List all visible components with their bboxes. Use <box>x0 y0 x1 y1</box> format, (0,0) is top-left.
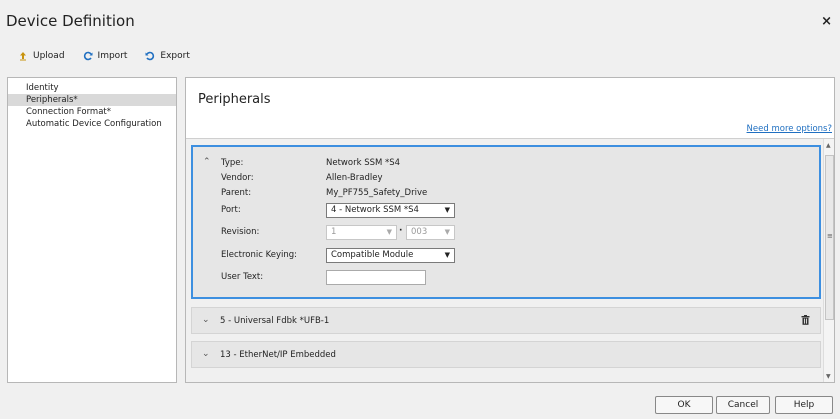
title-bar: Device Definition × <box>0 0 840 40</box>
nav-item-peripherals[interactable]: Peripherals* <box>8 94 176 106</box>
expand-icon[interactable]: ⌄ <box>202 349 210 359</box>
export-icon <box>145 51 155 61</box>
peripheral-card[interactable]: ⌄ 13 - EtherNet/IP Embedded <box>191 341 821 368</box>
nav-item-connection-format[interactable]: Connection Format* <box>8 106 176 118</box>
close-icon[interactable]: × <box>821 14 832 29</box>
upload-button[interactable]: Upload <box>18 51 65 61</box>
collapse-icon[interactable]: ⌃ <box>203 157 211 167</box>
revision-label: Revision: <box>221 227 260 237</box>
chevron-down-icon: ▼ <box>444 251 450 259</box>
chevron-down-icon: ▼ <box>444 228 450 236</box>
export-label: Export <box>160 51 190 61</box>
port-select-value: 4 - Network SSM *S4 <box>331 205 419 215</box>
upload-icon <box>20 52 26 61</box>
peripherals-list: ⌃ Type: Network SSM *S4 Vendor: Allen-Br… <box>186 139 834 382</box>
parent-value: My_PF755_Safety_Drive <box>326 188 428 198</box>
scroll-down-icon[interactable]: ▼ <box>826 373 831 380</box>
toolbar: Upload Import Export <box>18 48 190 64</box>
peripherals-panel: Peripherals Need more options? ⌃ Type: N… <box>185 77 835 383</box>
import-icon <box>83 51 93 61</box>
port-label: Port: <box>221 205 241 215</box>
type-label: Type: <box>221 158 244 168</box>
help-button[interactable]: Help <box>775 396 833 414</box>
need-more-options-link[interactable]: Need more options? <box>747 124 832 134</box>
revision-separator: · <box>399 226 403 236</box>
electronic-keying-select[interactable]: Compatible Module ▼ <box>326 248 455 263</box>
dialog-title: Device Definition <box>6 12 135 30</box>
nav-item-automatic-device-configuration[interactable]: Automatic Device Configuration <box>8 118 176 130</box>
ok-button[interactable]: OK <box>655 396 713 414</box>
vendor-label: Vendor: <box>221 173 254 183</box>
user-text-label: User Text: <box>221 272 264 282</box>
peripheral-card-title: 5 - Universal Fdbk *UFB-1 <box>220 316 330 326</box>
vendor-value: Allen-Bradley <box>326 173 383 183</box>
keying-select-value: Compatible Module <box>331 250 414 260</box>
parent-label: Parent: <box>221 188 252 198</box>
export-button[interactable]: Export <box>145 51 190 61</box>
expand-icon[interactable]: ⌄ <box>202 315 210 325</box>
cancel-button[interactable]: Cancel <box>716 396 770 414</box>
port-select[interactable]: 4 - Network SSM *S4 ▼ <box>326 203 455 218</box>
type-value: Network SSM *S4 <box>326 158 401 168</box>
peripheral-card[interactable]: ⌄ 5 - Universal Fdbk *UFB-1 <box>191 307 821 334</box>
chevron-down-icon: ▼ <box>386 228 392 236</box>
chevron-down-icon: ▼ <box>444 206 450 214</box>
user-text-input[interactable] <box>326 270 426 285</box>
import-label: Import <box>97 51 128 61</box>
peripheral-card-expanded: ⌃ Type: Network SSM *S4 Vendor: Allen-Br… <box>191 145 821 299</box>
scrollbar-thumb[interactable]: ≡ <box>825 155 834 320</box>
revision-major-select[interactable]: 1 ▼ <box>326 225 397 240</box>
grip-icon: ≡ <box>827 232 833 240</box>
page-title: Peripherals <box>198 92 271 107</box>
scroll-up-icon[interactable]: ▲ <box>826 142 831 149</box>
import-button[interactable]: Import <box>83 51 128 61</box>
revision-minor-select[interactable]: 003 ▼ <box>406 225 455 240</box>
keying-label: Electronic Keying: <box>221 250 298 260</box>
vertical-scrollbar[interactable]: ▲ ≡ ▼ <box>823 139 834 382</box>
peripheral-card-title: 13 - EtherNet/IP Embedded <box>220 350 336 360</box>
trash-icon[interactable] <box>801 315 810 325</box>
upload-label: Upload <box>33 51 65 61</box>
nav-item-identity[interactable]: Identity <box>8 82 176 94</box>
revision-major-value: 1 <box>331 227 337 237</box>
revision-minor-value: 003 <box>411 227 428 237</box>
category-tree: Identity Peripherals* Connection Format*… <box>7 77 177 383</box>
